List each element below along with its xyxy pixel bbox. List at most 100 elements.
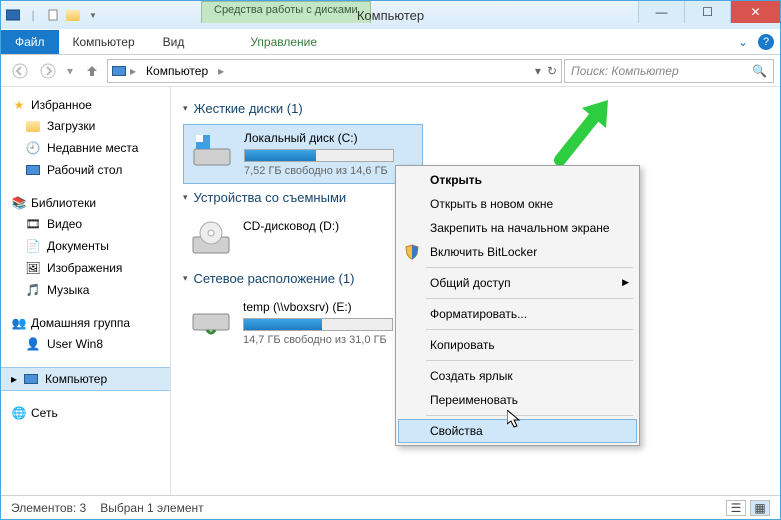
network-icon: 🌐 (11, 405, 27, 421)
capacity-bar (244, 149, 394, 162)
drive-network-e[interactable]: temp (\\vboxsrv) (E:) 14,7 ГБ свободно и… (183, 294, 423, 352)
capacity-bar (243, 318, 393, 331)
sidebar-item-desktop[interactable]: Рабочий стол (1, 159, 170, 181)
libraries-icon: 📚 (11, 195, 27, 211)
drive-label: temp (\\vboxsrv) (E:) (243, 300, 417, 314)
refresh-icon[interactable]: ↻ (547, 64, 557, 78)
menu-separator (426, 329, 633, 330)
menu-item[interactable]: Свойства (398, 419, 637, 443)
sidebar-item-recent[interactable]: 🕘Недавние места (1, 137, 170, 159)
music-icon: 🎵 (25, 282, 41, 298)
maximize-button[interactable]: ☐ (684, 1, 730, 23)
drive-cd-d[interactable]: CD-дисковод (D:) (183, 213, 423, 265)
folder-icon (25, 118, 41, 134)
location-icon (112, 66, 126, 76)
address-dropdown-icon[interactable]: ▾ (535, 64, 541, 78)
menu-item[interactable]: Форматировать... (398, 302, 637, 326)
sidebar-item-user[interactable]: 👤User Win8 (1, 333, 170, 355)
menu-item[interactable]: Создать ярлык (398, 364, 637, 388)
tab-computer[interactable]: Компьютер (59, 30, 149, 54)
homegroup-icon: 👥 (11, 315, 27, 331)
view-tiles-icon[interactable]: ▦ (750, 500, 770, 516)
sidebar-group-favorites[interactable]: ★Избранное (1, 95, 170, 115)
ribbon-tabs: Файл Компьютер Вид Управление ⌄ ? (1, 29, 780, 55)
menu-item[interactable]: Открыть в новом окне (398, 192, 637, 216)
address-bar[interactable]: ▸ Компьютер ▸ ▾ ↻ (107, 59, 562, 83)
drive-free-text: 14,7 ГБ свободно из 31,0 ГБ (243, 334, 417, 346)
user-icon: 👤 (25, 336, 41, 352)
breadcrumb-item[interactable]: Компьютер (140, 62, 214, 80)
sidebar-item-documents[interactable]: 📄Документы (1, 235, 170, 257)
drive-free-text: 7,52 ГБ свободно из 14,6 ГБ (244, 165, 416, 177)
network-drive-icon (189, 300, 233, 340)
search-icon[interactable]: 🔍 (752, 64, 767, 78)
collapse-icon: ▾ (183, 273, 188, 284)
explorer-window: | ▼ Средства работы с дисками Компьютер … (0, 0, 781, 520)
content-area: ★Избранное Загрузки 🕘Недавние места Рабо… (1, 87, 780, 495)
pictures-icon: 🖼 (25, 260, 41, 276)
status-selected: Выбран 1 элемент (100, 501, 203, 515)
qat-properties-icon[interactable] (45, 7, 61, 23)
status-count: Элементов: 3 (11, 501, 86, 515)
drive-local-c[interactable]: Локальный диск (C:) 7,52 ГБ свободно из … (183, 124, 423, 184)
search-placeholder: Поиск: Компьютер (571, 64, 679, 78)
drive-label: CD-дисковод (D:) (243, 219, 417, 233)
star-icon: ★ (11, 97, 27, 113)
history-dropdown-icon[interactable]: ▾ (63, 58, 77, 84)
breadcrumb-sep-icon[interactable]: ▸ (218, 64, 224, 78)
hdd-icon (190, 131, 234, 171)
menu-separator (426, 360, 633, 361)
video-icon: 🎞 (25, 216, 41, 232)
back-button[interactable] (7, 58, 33, 84)
menu-item[interactable]: Включить BitLocker (398, 240, 637, 264)
search-input[interactable]: Поиск: Компьютер 🔍 (564, 59, 774, 83)
sidebar-item-computer[interactable]: ▸Компьютер (1, 367, 170, 391)
sidebar-item-downloads[interactable]: Загрузки (1, 115, 170, 137)
menu-item[interactable]: Открыть (398, 168, 637, 192)
up-button[interactable] (79, 58, 105, 84)
titlebar: | ▼ Средства работы с дисками Компьютер … (1, 1, 780, 29)
collapse-icon: ▾ (183, 192, 188, 203)
computer-icon (23, 371, 39, 387)
tab-view[interactable]: Вид (149, 30, 199, 54)
qat-dropdown-icon[interactable]: ▼ (85, 7, 101, 23)
minimize-button[interactable]: — (638, 1, 684, 23)
help-icon[interactable]: ? (758, 34, 774, 50)
menu-separator (426, 267, 633, 268)
close-button[interactable]: ✕ (730, 1, 780, 23)
sidebar-group-libraries[interactable]: 📚Библиотеки (1, 193, 170, 213)
chevron-right-icon: ▸ (11, 372, 17, 386)
documents-icon: 📄 (25, 238, 41, 254)
forward-button[interactable] (35, 58, 61, 84)
menu-item[interactable]: Копировать (398, 333, 637, 357)
recent-icon: 🕘 (25, 140, 41, 156)
qat-separator: | (25, 7, 41, 23)
drive-label: Локальный диск (C:) (244, 131, 416, 145)
sidebar-item-videos[interactable]: 🎞Видео (1, 213, 170, 235)
qat-newfolder-icon[interactable] (65, 7, 81, 23)
section-hdd[interactable]: ▾Жесткие диски (1) (183, 101, 768, 116)
submenu-arrow-icon: ▶ (622, 277, 629, 288)
shield-icon (404, 244, 420, 260)
sidebar-group-network[interactable]: 🌐Сеть (1, 403, 170, 423)
collapse-icon: ▾ (183, 103, 188, 114)
ribbon-expand-icon[interactable]: ⌄ (734, 33, 752, 51)
statusbar: Элементов: 3 Выбран 1 элемент ☰ ▦ (1, 495, 780, 519)
tab-file[interactable]: Файл (1, 30, 59, 54)
context-menu: ОткрытьОткрыть в новом окнеЗакрепить на … (395, 165, 640, 446)
sys-menu-icon[interactable] (5, 7, 21, 23)
menu-item[interactable]: Закрепить на начальном экране (398, 216, 637, 240)
desktop-icon (25, 162, 41, 178)
menu-separator (426, 415, 633, 416)
sidebar-item-pictures[interactable]: 🖼Изображения (1, 257, 170, 279)
cd-icon (189, 219, 233, 259)
menu-separator (426, 298, 633, 299)
tab-manage[interactable]: Управление (236, 30, 331, 54)
sidebar-group-homegroup[interactable]: 👥Домашняя группа (1, 313, 170, 333)
menu-item[interactable]: Общий доступ▶ (398, 271, 637, 295)
sidebar-item-music[interactable]: 🎵Музыка (1, 279, 170, 301)
menu-item[interactable]: Переименовать (398, 388, 637, 412)
breadcrumb-sep-icon[interactable]: ▸ (130, 64, 136, 78)
contextual-tab-label: Средства работы с дисками (201, 1, 371, 23)
view-details-icon[interactable]: ☰ (726, 500, 746, 516)
